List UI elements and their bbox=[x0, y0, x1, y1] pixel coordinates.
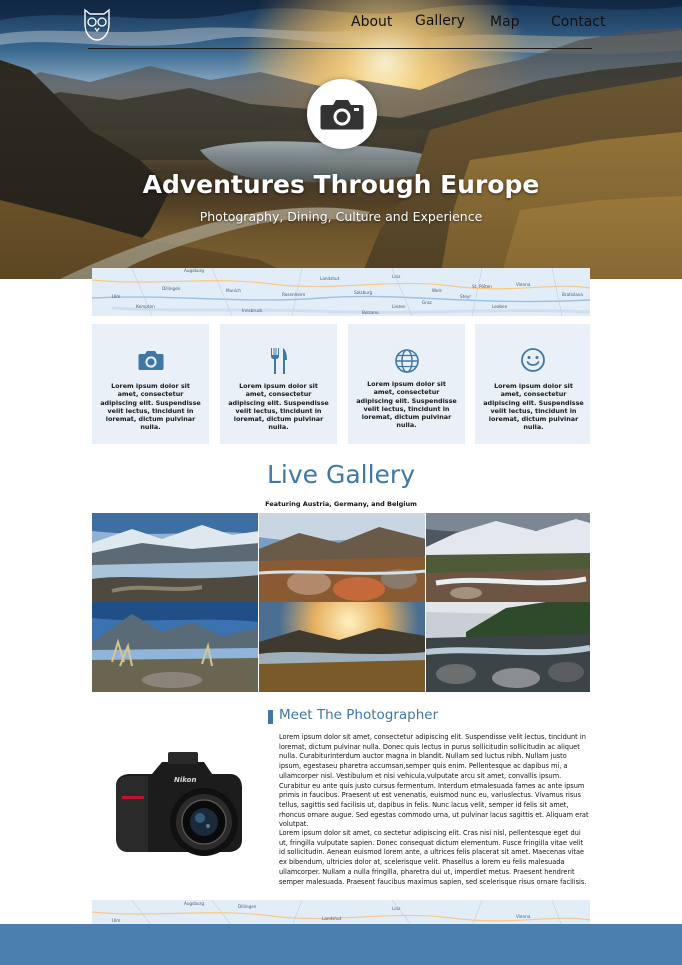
feature-card-culture[interactable]: Lorem ipsum dolor sit amet, consectetur … bbox=[348, 324, 465, 444]
gallery-photo[interactable] bbox=[426, 513, 590, 602]
camera-brand-label: Nikon bbox=[174, 776, 196, 784]
map-label: Ulm bbox=[112, 294, 120, 299]
map-label: Linz bbox=[392, 906, 401, 911]
map-label: Steyr bbox=[460, 294, 471, 299]
map-label: Augsburg bbox=[184, 268, 204, 273]
footer-bar bbox=[0, 924, 682, 965]
map-label: Liezen bbox=[392, 304, 406, 309]
map-image: Augsburg Ulm Dillingen Munich Rosenheim … bbox=[92, 268, 590, 316]
feature-text: Lorem ipsum dolor sit amet, consectetur … bbox=[228, 382, 329, 432]
feature-card-photography[interactable]: Lorem ipsum dolor sit amet, consectetur … bbox=[92, 324, 209, 444]
map-label: Landshut bbox=[322, 916, 342, 921]
feature-card-experience[interactable]: Lorem ipsum dolor sit amet, consectetur … bbox=[475, 324, 590, 444]
main-nav: About Gallery Map Contact bbox=[0, 13, 682, 34]
gallery-photo[interactable] bbox=[92, 602, 258, 692]
feature-text: Lorem ipsum dolor sit amet, consectetur … bbox=[356, 380, 457, 430]
map-label: Rosenheim bbox=[282, 292, 305, 297]
nav-divider bbox=[88, 48, 592, 49]
camera-icon bbox=[320, 100, 364, 130]
gallery-photo[interactable] bbox=[259, 513, 425, 602]
gallery-title: Live Gallery bbox=[266, 460, 416, 489]
gallery-photo[interactable] bbox=[259, 602, 425, 692]
nav-contact[interactable]: Contact bbox=[551, 14, 605, 30]
feature-text: Lorem ipsum dolor sit amet, consectetur … bbox=[483, 382, 584, 432]
fork-knife-icon bbox=[270, 348, 287, 374]
map-label: Graz bbox=[422, 300, 433, 305]
photographer-paragraph: Lorem ipsum dolor sit amet, consectetur … bbox=[279, 733, 589, 829]
map-strip-bottom[interactable]: Augsburg Ulm Dillingen Landshut Linz Vie… bbox=[92, 900, 590, 926]
camera-icon bbox=[138, 351, 163, 370]
map-label: Linz bbox=[392, 274, 401, 279]
map-label: Wels bbox=[432, 288, 442, 293]
gallery-photo[interactable] bbox=[426, 602, 590, 692]
map-image: Augsburg Ulm Dillingen Landshut Linz Vie… bbox=[92, 900, 590, 926]
hero-subtitle: Photography, Dining, Culture and Experie… bbox=[199, 209, 483, 224]
dslr-camera-image: Nikon bbox=[116, 752, 242, 856]
nav-gallery[interactable]: Gallery bbox=[415, 13, 465, 29]
map-label: Kempten bbox=[136, 304, 155, 309]
map-label: Vienna bbox=[516, 914, 531, 919]
map-label: St. Pölten bbox=[472, 284, 492, 289]
gallery-grid bbox=[92, 513, 590, 692]
map-label: Landshut bbox=[320, 276, 340, 281]
smiley-icon bbox=[520, 348, 545, 372]
feature-cards: Lorem ipsum dolor sit amet, consectetur … bbox=[92, 324, 590, 444]
photographer-paragraph: Lorem ipsum dolor sit amet, co sectetur … bbox=[279, 829, 587, 886]
map-label: Ulm bbox=[112, 918, 120, 923]
gallery-subtitle: Featuring Austria, Germany, and Belgium bbox=[265, 500, 417, 508]
map-label: Munich bbox=[226, 288, 241, 293]
section-accent-bar bbox=[268, 710, 273, 724]
globe-icon bbox=[394, 349, 419, 373]
feature-card-dining[interactable]: Lorem ipsum dolor sit amet, consectetur … bbox=[220, 324, 337, 444]
map-label: Dillingen bbox=[238, 904, 257, 909]
map-label: Bratislava bbox=[562, 292, 583, 297]
map-label: Bolzano bbox=[362, 310, 379, 315]
hero-camera-badge bbox=[307, 79, 377, 149]
photographer-title: Meet The Photographer bbox=[279, 707, 439, 723]
hero-title: Adventures Through Europe bbox=[142, 170, 540, 199]
gallery-photo[interactable] bbox=[92, 513, 258, 602]
map-strip[interactable]: Augsburg Ulm Dillingen Munich Rosenheim … bbox=[92, 268, 590, 316]
map-label: Leoben bbox=[492, 304, 508, 309]
map-label: Augsburg bbox=[184, 901, 204, 906]
feature-text: Lorem ipsum dolor sit amet, consectetur … bbox=[100, 382, 201, 432]
map-label: Vienna bbox=[516, 282, 531, 287]
map-label: Innsbruck bbox=[242, 308, 263, 313]
nav-map[interactable]: Map bbox=[490, 14, 520, 30]
map-label: Dillingen bbox=[162, 286, 181, 291]
nav-about[interactable]: About bbox=[351, 14, 392, 30]
map-label: Salzburg bbox=[354, 290, 373, 295]
